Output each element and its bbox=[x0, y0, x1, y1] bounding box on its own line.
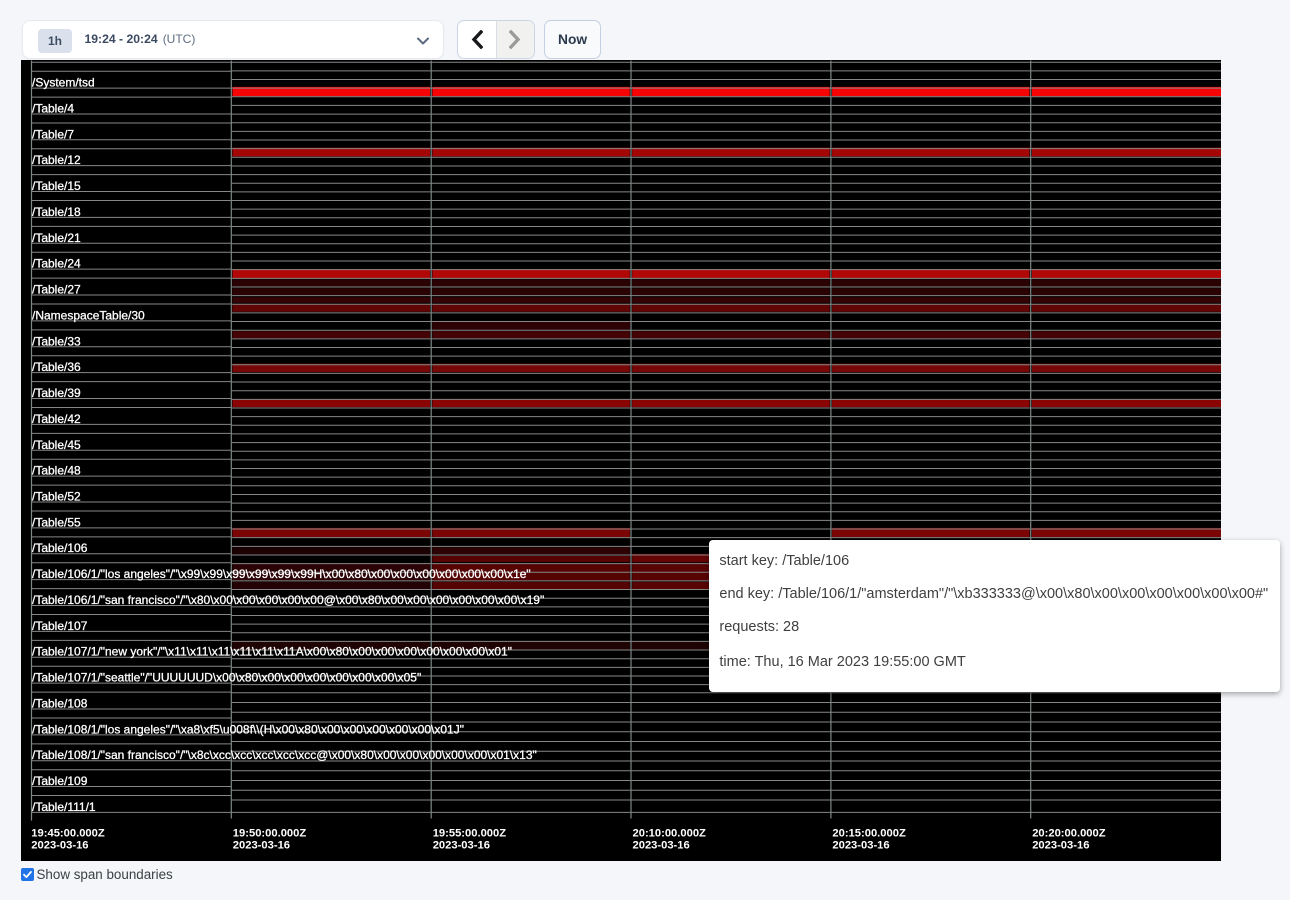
svg-text:/Table/55: /Table/55 bbox=[32, 515, 81, 529]
svg-text:/Table/18: /Table/18 bbox=[32, 205, 81, 219]
svg-text:/Table/7: /Table/7 bbox=[32, 127, 74, 141]
svg-text:/Table/107/1/"seattle"/"UUUUUU: /Table/107/1/"seattle"/"UUUUUUD\x00\x80\… bbox=[32, 671, 421, 685]
svg-text:2023-03-16: 2023-03-16 bbox=[1032, 840, 1089, 852]
svg-text:/Table/108/1/"los angeles"/"\x: /Table/108/1/"los angeles"/"\xa8\xf5\u00… bbox=[32, 722, 464, 736]
svg-text:/Table/109: /Table/109 bbox=[32, 774, 88, 788]
svg-text:2023-03-16: 2023-03-16 bbox=[433, 840, 490, 852]
svg-text:2023-03-16: 2023-03-16 bbox=[233, 840, 290, 852]
svg-text:2023-03-16: 2023-03-16 bbox=[633, 840, 690, 852]
svg-text:/Table/106: /Table/106 bbox=[32, 541, 88, 555]
svg-text:/Table/108/1/"san francisco"/": /Table/108/1/"san francisco"/"\x8c\xcc\x… bbox=[32, 748, 537, 762]
svg-text:19:50:00.000Z: 19:50:00.000Z bbox=[233, 827, 307, 839]
svg-text:/Table/106/1/"san francisco"/": /Table/106/1/"san francisco"/"\x80\x00\x… bbox=[32, 593, 544, 607]
svg-text:/Table/27: /Table/27 bbox=[32, 283, 81, 297]
svg-text:/Table/52: /Table/52 bbox=[32, 490, 81, 504]
svg-text:/Table/4: /Table/4 bbox=[32, 101, 74, 115]
svg-text:/Table/12: /Table/12 bbox=[32, 153, 81, 167]
svg-text:19:55:00.000Z: 19:55:00.000Z bbox=[433, 827, 507, 839]
svg-text:/NamespaceTable/30: /NamespaceTable/30 bbox=[32, 308, 145, 322]
svg-text:/Table/15: /Table/15 bbox=[32, 179, 81, 193]
svg-text:/Table/36: /Table/36 bbox=[32, 360, 81, 374]
svg-text:/Table/33: /Table/33 bbox=[32, 334, 81, 348]
svg-text:/Table/21: /Table/21 bbox=[32, 231, 81, 245]
svg-text:19:45:00.000Z: 19:45:00.000Z bbox=[31, 827, 105, 839]
svg-text:20:15:00.000Z: 20:15:00.000Z bbox=[832, 827, 906, 839]
svg-text:/Table/42: /Table/42 bbox=[32, 412, 81, 426]
svg-text:/Table/45: /Table/45 bbox=[32, 438, 81, 452]
svg-text:/Table/39: /Table/39 bbox=[32, 386, 81, 400]
svg-text:/Table/24: /Table/24 bbox=[32, 257, 81, 271]
svg-text:20:10:00.000Z: 20:10:00.000Z bbox=[633, 827, 707, 839]
svg-text:/System/tsd: /System/tsd bbox=[32, 76, 95, 90]
svg-text:/Table/48: /Table/48 bbox=[32, 464, 81, 478]
svg-text:/Table/107: /Table/107 bbox=[32, 619, 88, 633]
svg-text:/Table/111/1: /Table/111/1 bbox=[32, 800, 96, 814]
svg-text:/Table/107/1/"new york"/"\x11\: /Table/107/1/"new york"/"\x11\x11\x11\x1… bbox=[32, 645, 512, 659]
svg-text:2023-03-16: 2023-03-16 bbox=[31, 840, 88, 852]
svg-text:/Table/108: /Table/108 bbox=[32, 697, 88, 711]
svg-text:20:20:00.000Z: 20:20:00.000Z bbox=[1032, 827, 1106, 839]
svg-text:2023-03-16: 2023-03-16 bbox=[832, 840, 889, 852]
svg-text:/Table/106/1/"los angeles"/"\x: /Table/106/1/"los angeles"/"\x99\x99\x99… bbox=[32, 567, 531, 581]
